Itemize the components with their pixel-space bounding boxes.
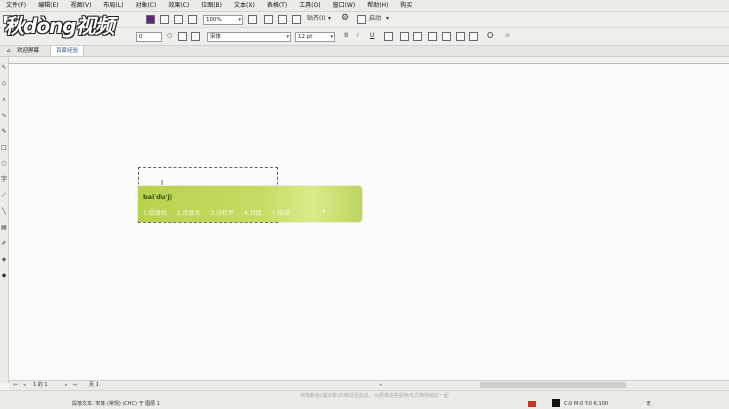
menu-text[interactable]: 文本(X) [228,0,261,11]
zoom-tool-icon[interactable]: ⌕ [1,97,7,103]
rectangle-tool-icon[interactable]: □ [1,145,7,151]
chevron-down-icon: ▾ [286,34,289,40]
launch-icon[interactable] [357,15,366,24]
horizontal-text-icon[interactable] [456,32,465,41]
menu-object[interactable]: 对象(C) [129,0,162,11]
previous-page-icon[interactable]: ◂ [23,380,26,390]
zoom-level-select[interactable]: 100% ▾ [203,15,243,25]
smart-drawing-icon[interactable]: ✎ [1,129,7,135]
add-icon[interactable]: ⊕ [505,31,510,41]
fill-color-swatch[interactable] [528,401,536,407]
color-drop-hint: 拖曳颜色(或对象)并移动至此处，以便将这些颜色与文档存储在一起 [300,393,449,399]
ime-candidate[interactable]: 3.白杜芹 [210,210,234,217]
freehand-tool-icon[interactable]: ∿ [1,113,7,119]
tab-welcome[interactable]: 欢迎屏幕 [12,46,44,56]
launch-dropdown[interactable]: 启动 [369,14,381,24]
bullet-list-icon[interactable] [400,32,409,41]
connector-tool-icon[interactable]: ╲ [1,209,7,215]
publish-icon[interactable] [174,15,183,24]
video-watermark-logo: 秋dòng视频 [4,14,115,38]
vertical-text-icon[interactable] [469,32,478,41]
ellipse-tool-icon[interactable]: ○ [1,161,7,167]
import-icon[interactable] [146,15,155,24]
ime-candidate[interactable]: 5.摆渡 [272,210,290,217]
font-size-select[interactable]: 12 pt ▾ [295,32,335,42]
bold-button[interactable]: B [344,31,349,41]
chevron-down-icon: ▾ [386,15,390,22]
menu-bitmap[interactable]: 位图(B) [195,0,228,11]
show-guidelines-icon[interactable] [292,15,301,24]
chevron-down-icon: ▾ [238,17,241,23]
ime-candidate-list: 1.摆渡机 2.百度及 3.白杜芹 4.百度 5.摆渡 [143,208,297,217]
interactive-tool-icon[interactable]: ▤ [1,225,7,231]
x-position-value: 0 [139,34,143,40]
paragraph-alignment-icon[interactable] [384,32,393,41]
edit-text-icon[interactable] [442,32,451,41]
show-grid-icon[interactable] [278,15,287,24]
first-page-icon[interactable]: ⏮ [13,380,18,390]
page-tab[interactable]: 页 1 [89,380,99,390]
menu-help[interactable]: 帮助(H) [361,0,394,11]
page-indicator: 1 的 1 [33,382,48,388]
snap-to-dropdown[interactable]: 贴齐(I) [307,14,325,24]
status-bar: 拖曳颜色(或对象)并移动至此处，以便将这些颜色与文档存储在一起 段落文本: 宋体… [0,390,729,409]
ime-candidate[interactable]: 2.百度及 [177,210,201,217]
zoom-level-value: 100% [206,17,222,23]
font-name-value: 宋体 [210,34,222,40]
chevron-down-icon: ▾ [328,15,332,22]
text-properties-icon[interactable] [428,32,437,41]
options-gear-icon[interactable]: ⚙ [341,13,349,23]
ime-pinyin-input: bai'du'j| [143,193,173,201]
next-page-icon[interactable]: ▸ [65,380,68,390]
outline-tool-icon[interactable]: ◆ [1,273,7,279]
menu-table[interactable]: 表格(T) [261,0,293,11]
menu-tools[interactable]: 工具(O) [293,0,326,11]
text-tool-icon[interactable]: 字 [1,177,7,183]
export-icon[interactable] [160,15,169,24]
mirror-vertical-icon[interactable] [191,32,200,41]
ime-candidate[interactable]: 4.百度 [244,210,262,217]
underline-button[interactable]: U [370,31,374,41]
shape-tool-icon[interactable]: ◇ [1,81,7,87]
tab-document[interactable]: 百家经验 [50,46,85,56]
horizontal-ruler[interactable] [8,57,729,64]
ime-next-page-icon[interactable]: ▸ [323,207,326,214]
font-size-value: 12 pt [298,34,313,40]
ime-candidate-window[interactable]: bai'du'j| 1.摆渡机 2.百度及 3.白杜芹 4.百度 5.摆渡 ▸ [138,186,362,222]
menu-window[interactable]: 窗口(W) [327,0,362,11]
italic-button[interactable]: I [357,31,359,41]
fill-tool-icon[interactable]: ◈ [1,257,7,263]
last-page-icon[interactable]: ⏭ [73,380,78,390]
interactive-otf-icon[interactable]: O [487,31,493,41]
parallel-dimension-icon[interactable]: ⟋ [1,193,7,199]
scroll-left-icon[interactable]: ◂ [379,380,382,390]
mirror-horizontal-icon[interactable] [178,32,187,41]
show-rulers-icon[interactable] [264,15,273,24]
font-list-select[interactable]: 宋体 ▾ [207,32,291,42]
outline-color-swatch[interactable] [552,399,560,407]
pick-tool-icon[interactable]: ↖ [1,65,7,71]
x-position-field[interactable]: 0 [136,32,162,42]
eyedropper-tool-icon[interactable]: ✐ [1,241,7,247]
drawing-canvas[interactable] [9,64,729,380]
horizontal-scrollbar-thumb[interactable] [480,382,626,388]
drop-cap-icon[interactable] [413,32,422,41]
toolbox: ↖ ◇ ⌕ ∿ ✎ □ ○ 字 ⟋ ╲ ▤ ✐ ◈ ◆ [0,57,9,383]
full-screen-icon[interactable] [248,15,257,24]
document-tabs: ⌂ 欢迎屏幕 百家经验 [0,46,729,57]
application-launcher-icon[interactable] [188,15,197,24]
chevron-down-icon: ▾ [330,34,333,40]
menu-buy[interactable]: 购买 [394,0,418,11]
menu-effects[interactable]: 效果(C) [162,0,195,11]
ime-candidate[interactable]: 1.摆渡机 [143,210,167,217]
rotation-icon[interactable]: ○ [167,31,172,41]
